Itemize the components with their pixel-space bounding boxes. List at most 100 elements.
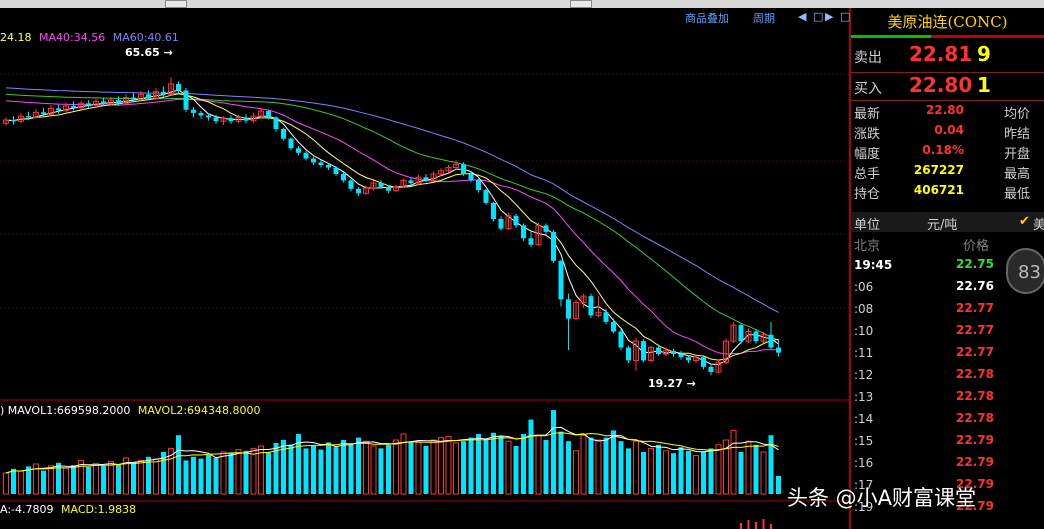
- tick-time: :11: [854, 346, 874, 360]
- volume-bar: [453, 442, 459, 495]
- volume-bar: [235, 449, 242, 495]
- volume-bar: [415, 441, 422, 495]
- tick-row: :11 22.77: [851, 343, 1044, 365]
- candle-body: [528, 238, 534, 245]
- nav-next-button[interactable]: ▶: [825, 10, 833, 23]
- candle-body: [686, 357, 691, 361]
- detail-value: 267227: [913, 163, 964, 177]
- detail-label: 最新: [854, 107, 881, 122]
- candle-body: [26, 116, 31, 118]
- ma20-line: [5, 98, 779, 355]
- divider: [851, 100, 1044, 101]
- overlay-link[interactable]: 商品叠加: [685, 10, 729, 26]
- candle-body: [641, 341, 646, 361]
- watermark: 头条 @小A财富课堂: [787, 486, 977, 510]
- tick-time: :06: [854, 280, 874, 294]
- volume-bar: [393, 439, 399, 495]
- chart-canvas[interactable]: [0, 8, 850, 529]
- nav-zoom-out-button[interactable]: □: [813, 10, 823, 23]
- candle-body: [86, 103, 91, 106]
- macd-value-label: MACD:1.9838: [61, 503, 137, 516]
- candle-body: [161, 91, 166, 95]
- detail-row-open-interest: 持仓 406721 最低: [851, 182, 1044, 202]
- bid-row[interactable]: 买入 22.80 1: [851, 72, 1044, 100]
- detail-label: 涨跌: [854, 127, 881, 142]
- volume-bar: [386, 444, 391, 494]
- volume-bar: [476, 434, 481, 494]
- score-badge[interactable]: 83: [1006, 248, 1044, 294]
- tick-price: 22.79: [956, 455, 994, 469]
- tick-price: 22.78: [956, 389, 994, 403]
- candle-body: [266, 111, 271, 118]
- detail-label: 总手: [854, 167, 881, 182]
- macd-legend: A:-4.7809 MACD:1.9838: [0, 503, 136, 516]
- candle-body: [491, 202, 496, 219]
- volume-bar: [191, 456, 196, 494]
- toolbar-stub-button[interactable]: [165, 0, 187, 8]
- detail-value: 22.80: [926, 103, 964, 117]
- volume-bar: [776, 476, 781, 494]
- ma10-line: [5, 93, 779, 361]
- volume-bar: [198, 458, 204, 494]
- candle-body: [213, 117, 219, 122]
- candle-body: [618, 331, 624, 348]
- candle-body: [468, 174, 474, 181]
- volume-bar: [566, 441, 571, 494]
- volume-bar: [663, 450, 669, 495]
- volume-bar: [220, 451, 227, 495]
- nav-prev-button[interactable]: ◀: [798, 10, 806, 23]
- volume-bar: [730, 429, 737, 495]
- ask-row[interactable]: 卖出 22.81 9: [851, 41, 1044, 69]
- volume-bar: [348, 444, 354, 494]
- tick-time: :14: [854, 412, 874, 426]
- volume-bar: [116, 464, 121, 494]
- detail-value: 406721: [913, 183, 964, 197]
- tick-price-label: 价格: [963, 239, 990, 254]
- volume-bar: [213, 458, 219, 494]
- volume-bar: [513, 446, 519, 494]
- detail-right-label: 开盘: [1004, 147, 1031, 162]
- volume-bar: [41, 470, 46, 494]
- candle-body: [206, 115, 211, 118]
- period-link[interactable]: 周期: [753, 10, 775, 26]
- candle-body: [288, 138, 294, 149]
- checkmark-icon[interactable]: ✔: [1019, 214, 1030, 229]
- unit-value: 元/吨: [927, 218, 958, 233]
- unit-right: 美: [1033, 218, 1044, 233]
- volume-bar: [693, 455, 699, 495]
- volume-bar: [18, 470, 24, 495]
- candle-body: [318, 162, 324, 165]
- volume-bar: [715, 444, 722, 495]
- volume-legend: ) MAVOL1:669598.2000 MAVOL2:694348.8000: [0, 404, 261, 417]
- tick-row: :08 22.77: [851, 299, 1044, 321]
- candle-body: [191, 109, 196, 113]
- candle-body: [56, 108, 61, 111]
- kline-chart[interactable]: [0, 8, 850, 529]
- tick-row: :12 22.78: [851, 365, 1044, 387]
- candle-body: [678, 354, 684, 358]
- candle-body: [521, 225, 526, 239]
- volume-bar: [101, 465, 106, 494]
- candle-body: [656, 347, 661, 354]
- candle-body: [131, 97, 136, 100]
- nav-zoom-in-button[interactable]: □: [840, 10, 850, 23]
- candle-body: [243, 117, 249, 121]
- candle-body: [408, 180, 414, 183]
- toolbar-stub-button[interactable]: [570, 0, 592, 8]
- tick-time: :15: [854, 434, 874, 448]
- volume-bar: [738, 452, 744, 494]
- volume-bar: [633, 440, 639, 495]
- tick-header: 北京 价格: [851, 234, 1044, 254]
- candle-body: [273, 117, 279, 129]
- tick-price: 22.75: [956, 257, 994, 271]
- volume-bar: [378, 448, 384, 494]
- volume-bar: [611, 430, 616, 494]
- detail-row-latest: 最新 22.80 均价: [851, 102, 1044, 122]
- tick-price: 22.77: [956, 301, 994, 315]
- candle-body: [708, 366, 714, 372]
- detail-right-label: 均价: [1004, 107, 1031, 122]
- volume-bar: [595, 439, 602, 495]
- ma-legend-item: MA60:40.61: [112, 31, 179, 44]
- volume-bar: [483, 438, 489, 494]
- candle-body: [296, 148, 301, 153]
